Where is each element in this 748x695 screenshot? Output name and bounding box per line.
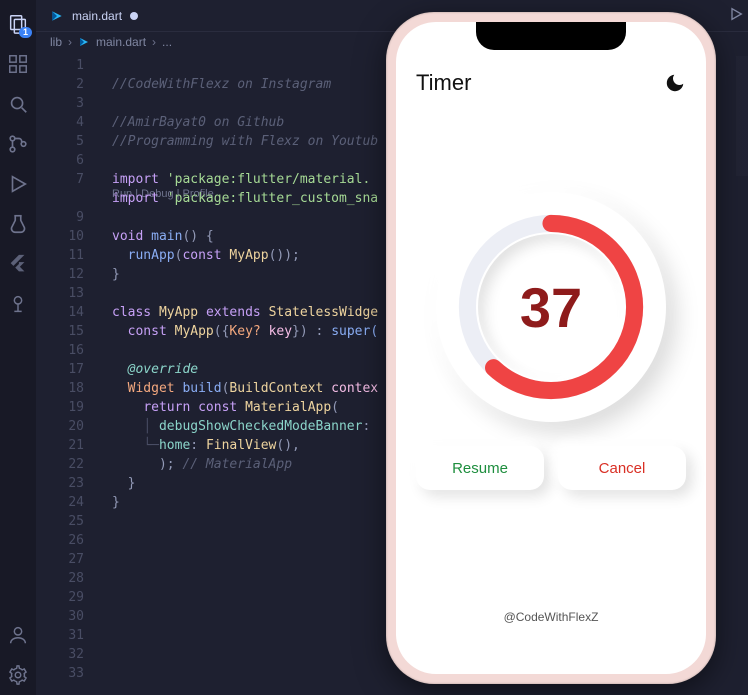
dart-file-icon bbox=[78, 36, 90, 48]
tab-filename: main.dart bbox=[72, 10, 122, 22]
dial-inner: 37 bbox=[478, 234, 624, 380]
breadcrumb-tail: ... bbox=[162, 36, 172, 48]
account-icon[interactable] bbox=[0, 615, 36, 655]
explorer-icon[interactable]: 1 bbox=[0, 4, 36, 44]
timer-dial: 37 bbox=[436, 192, 666, 422]
resume-button[interactable]: Resume bbox=[416, 446, 544, 490]
dart-file-icon bbox=[50, 9, 64, 23]
code-content: //CodeWithFlexz on Instagram //AmirBayat… bbox=[112, 56, 378, 531]
dark-mode-icon[interactable] bbox=[664, 72, 686, 94]
extensions-icon[interactable] bbox=[0, 44, 36, 84]
minimap[interactable] bbox=[736, 56, 748, 356]
search-icon[interactable] bbox=[0, 84, 36, 124]
dirty-indicator-icon bbox=[130, 12, 138, 20]
timer-value: 37 bbox=[520, 275, 582, 340]
run-icon[interactable] bbox=[728, 6, 744, 26]
run-debug-icon[interactable] bbox=[0, 164, 36, 204]
phone-notch bbox=[476, 22, 626, 50]
activity-bar: 1 bbox=[0, 0, 36, 695]
explorer-badge: 1 bbox=[19, 27, 32, 38]
tree-icon[interactable] bbox=[0, 284, 36, 324]
breadcrumb-file: main.dart bbox=[96, 36, 146, 48]
breadcrumb[interactable]: lib › main.dart › ... bbox=[50, 36, 172, 48]
chevron-right-icon: › bbox=[68, 36, 72, 48]
tab-main-dart[interactable]: main.dart bbox=[36, 0, 152, 31]
credit-text: @CodeWithFlexZ bbox=[396, 610, 706, 624]
app-title: Timer bbox=[416, 70, 471, 96]
breadcrumb-folder: lib bbox=[50, 36, 62, 48]
phone-mockup: Timer 37 Resume Cancel @CodeWithFlexZ bbox=[386, 12, 716, 684]
phone-screen: Timer 37 Resume Cancel @CodeWithFlexZ bbox=[396, 22, 706, 674]
settings-icon[interactable] bbox=[0, 655, 36, 695]
testing-icon[interactable] bbox=[0, 204, 36, 244]
cancel-button[interactable]: Cancel bbox=[558, 446, 686, 490]
line-number-gutter: 1234567910111213141516171819202122232425… bbox=[36, 56, 98, 695]
flutter-icon[interactable] bbox=[0, 244, 36, 284]
app-header: Timer bbox=[416, 70, 686, 96]
editor-actions bbox=[728, 6, 744, 26]
source-control-icon[interactable] bbox=[0, 124, 36, 164]
chevron-right-icon: › bbox=[152, 36, 156, 48]
timer-buttons: Resume Cancel bbox=[416, 446, 686, 490]
